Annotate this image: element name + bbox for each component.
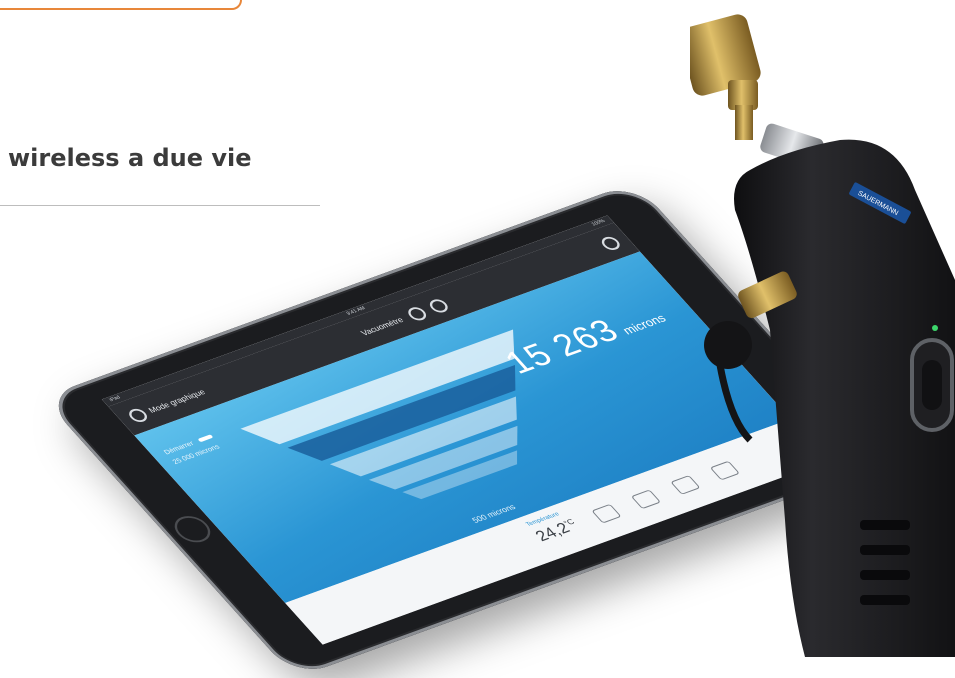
mode-icon — [125, 406, 151, 424]
status-led — [932, 325, 938, 331]
record-icon[interactable] — [425, 297, 451, 315]
vacuum-gauge-device: SAUERMANN — [690, 14, 955, 657]
top-tab-outline — [0, 0, 242, 10]
app-title: Vacuomètre — [358, 315, 406, 338]
temperature-card[interactable]: Température 24,2°C — [525, 512, 583, 545]
settings-gear-icon[interactable] — [597, 234, 623, 252]
sensor-icon[interactable] — [404, 304, 429, 323]
tab-clock-icon[interactable] — [591, 503, 622, 524]
mode-label: Mode graphique — [146, 387, 208, 415]
divider — [0, 205, 320, 206]
tab-funnel-icon[interactable] — [630, 489, 662, 510]
brass-fitting — [690, 14, 824, 168]
reading-unit: microns — [619, 311, 670, 338]
start-marker — [197, 434, 214, 443]
scale-labels: Démarrer 25 000 microns — [161, 432, 225, 468]
headline: wireless a due vie — [8, 144, 252, 172]
